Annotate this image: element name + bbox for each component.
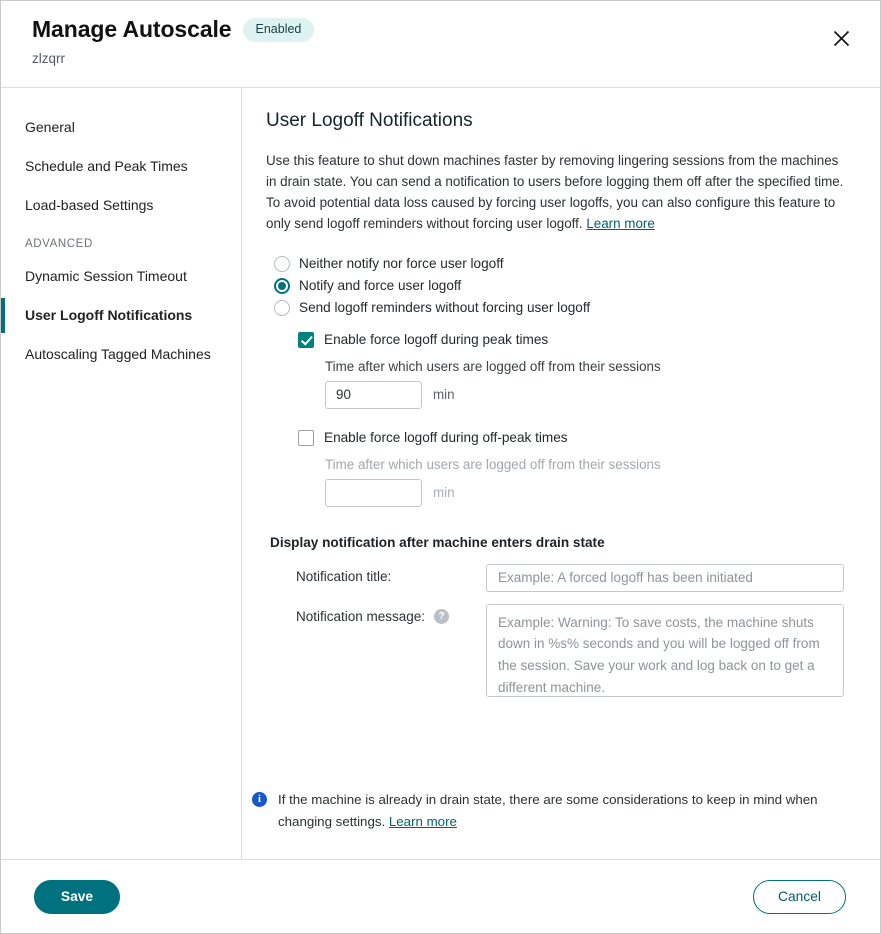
title-row: Manage Autoscale Enabled [32, 18, 880, 42]
radio-label: Send logoff reminders without forcing us… [299, 300, 590, 315]
notification-message-row: Notification message: ? [296, 604, 844, 697]
help-icon[interactable]: ? [434, 609, 449, 624]
info-note: i If the machine is already in drain sta… [252, 789, 844, 832]
peak-times-block: Enable force logoff during peak times Ti… [298, 328, 844, 409]
offpeak-times-block: Enable force logoff during off-peak time… [298, 426, 844, 507]
sidebar-item-user-logoff-notifications[interactable]: User Logoff Notifications [1, 296, 241, 335]
section-description: Use this feature to shut down machines f… [266, 151, 844, 235]
peak-timeout-input[interactable] [325, 381, 422, 409]
save-button[interactable]: Save [34, 880, 120, 914]
checkbox-unchecked-icon [298, 430, 314, 446]
checkbox-enable-force-logoff-offpeak[interactable]: Enable force logoff during off-peak time… [298, 426, 844, 450]
checkbox-checked-icon [298, 332, 314, 348]
cancel-button[interactable]: Cancel [753, 880, 846, 914]
notification-title-label-text: Notification title: [296, 569, 391, 584]
info-icon: i [252, 792, 267, 807]
radio-unchecked-icon [274, 256, 290, 272]
manage-autoscale-dialog: Manage Autoscale Enabled zlzqrr General … [0, 0, 881, 934]
page-subtitle: zlzqrr [32, 51, 880, 66]
sidebar-item-general[interactable]: General [1, 108, 241, 147]
offpeak-time-input-row: min [325, 479, 844, 507]
page-title: Manage Autoscale [32, 18, 232, 41]
sidebar-item-label: General [25, 119, 75, 135]
radio-label: Notify and force user logoff [299, 278, 461, 293]
sidebar-item-label: Schedule and Peak Times [25, 158, 188, 174]
checkbox-label: Enable force logoff during peak times [324, 332, 548, 347]
checkbox-label: Enable force logoff during off-peak time… [324, 430, 568, 445]
notification-message-textarea[interactable] [486, 604, 844, 697]
dialog-body: General Schedule and Peak Times Load-bas… [1, 88, 880, 860]
radio-notify-and-force[interactable]: Notify and force user logoff [274, 275, 844, 297]
radio-checked-icon [274, 278, 290, 294]
learn-more-link[interactable]: Learn more [586, 216, 654, 231]
info-note-text: If the machine is already in drain state… [278, 789, 844, 832]
radio-send-reminders-only[interactable]: Send logoff reminders without forcing us… [274, 297, 844, 319]
notification-section-heading: Display notification after machine enter… [270, 535, 844, 550]
sidebar-item-label: User Logoff Notifications [25, 307, 192, 323]
notification-title-row: Notification title: [296, 564, 844, 592]
peak-time-input-row: min [325, 381, 844, 409]
sidebar-nav: General Schedule and Peak Times Load-bas… [1, 88, 242, 859]
sidebar-item-load-based-settings[interactable]: Load-based Settings [1, 186, 241, 225]
dialog-header: Manage Autoscale Enabled zlzqrr [1, 1, 880, 88]
sidebar-item-schedule-and-peak-times[interactable]: Schedule and Peak Times [1, 147, 241, 186]
sidebar-item-label: Load-based Settings [25, 197, 153, 213]
radio-neither-notify-nor-force[interactable]: Neither notify nor force user logoff [274, 253, 844, 275]
offpeak-timeout-input[interactable] [325, 479, 422, 507]
sidebar-item-label: Dynamic Session Timeout [25, 268, 187, 284]
info-learn-more-link[interactable]: Learn more [389, 814, 457, 829]
description-text: Use this feature to shut down machines f… [266, 153, 843, 231]
sidebar-item-label: Autoscaling Tagged Machines [25, 346, 211, 362]
status-badge: Enabled [243, 18, 315, 42]
close-button[interactable] [824, 21, 858, 55]
radio-label: Neither notify nor force user logoff [299, 256, 504, 271]
offpeak-unit-label: min [433, 485, 455, 500]
sidebar-group-label-advanced: ADVANCED [1, 224, 241, 257]
peak-unit-label: min [433, 387, 455, 402]
radio-unchecked-icon [274, 300, 290, 316]
notification-message-label-text: Notification message: [296, 609, 425, 624]
dialog-footer: Save Cancel [1, 860, 880, 933]
info-note-message: If the machine is already in drain state… [278, 792, 818, 828]
logoff-mode-radio-group: Neither notify nor force user logoff Not… [274, 253, 844, 319]
sidebar-item-dynamic-session-timeout[interactable]: Dynamic Session Timeout [1, 257, 241, 296]
checkbox-enable-force-logoff-peak[interactable]: Enable force logoff during peak times [298, 328, 844, 352]
close-icon [833, 30, 850, 47]
offpeak-time-description: Time after which users are logged off fr… [325, 457, 844, 472]
peak-time-description: Time after which users are logged off fr… [325, 359, 844, 374]
sidebar-item-autoscaling-tagged-machines[interactable]: Autoscaling Tagged Machines [1, 335, 241, 374]
main-content: User Logoff Notifications Use this featu… [242, 88, 880, 859]
notification-title-input[interactable] [486, 564, 844, 592]
section-title: User Logoff Notifications [266, 110, 844, 132]
notification-title-label: Notification title: [296, 564, 486, 584]
notification-message-label: Notification message: ? [296, 604, 486, 624]
